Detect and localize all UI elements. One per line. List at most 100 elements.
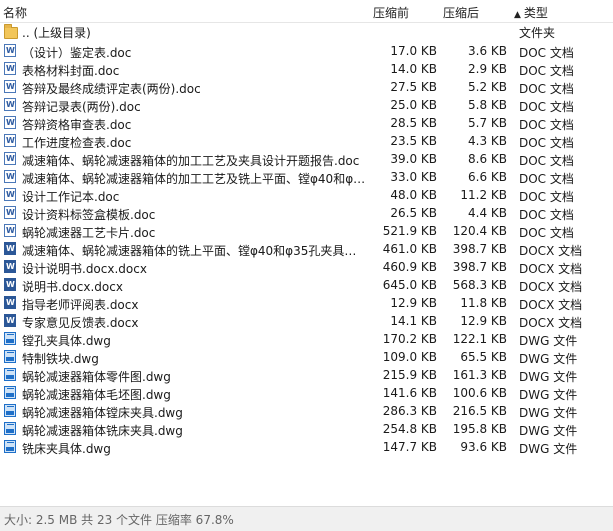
file-type: DWG 文件 — [519, 424, 578, 438]
file-type: DOCX 文档 — [519, 298, 583, 312]
file-row[interactable]: W 指导老师评阅表.docx 12.9 KB 11.8 KB DOCX 文档 — [0, 294, 613, 312]
file-compressed-size: 4.4 KB — [468, 206, 507, 220]
dwg-icon — [4, 422, 16, 435]
file-type: DOC 文档 — [519, 154, 574, 168]
file-compressed-size: 5.2 KB — [468, 80, 507, 94]
file-compressed-size: 122.1 KB — [452, 332, 507, 346]
file-original-size: 461.0 KB — [382, 242, 437, 256]
file-name: 答辩及最终成绩评定表(两份).doc — [22, 82, 201, 96]
file-row[interactable]: W （设计）鉴定表.doc 17.0 KB 3.6 KB DOC 文档 — [0, 42, 613, 60]
file-compressed-size: 195.8 KB — [452, 422, 507, 436]
file-name: 减速箱体、蜗轮减速器箱体的铣上平面、镗φ40和φ35孔夹具设... — [22, 244, 367, 258]
file-original-size: 254.8 KB — [382, 422, 437, 436]
file-row[interactable]: 蜗轮减速器箱体镗床夹具.dwg 286.3 KB 216.5 KB DWG 文件 — [0, 402, 613, 420]
doc-icon: W — [4, 80, 16, 93]
file-original-size: 460.9 KB — [382, 260, 437, 274]
column-header-type[interactable]: ▲ 类型 — [514, 4, 548, 21]
doc-icon: W — [4, 152, 16, 165]
file-row[interactable]: W 工作进度检查表.doc 23.5 KB 4.3 KB DOC 文档 — [0, 132, 613, 150]
file-name: .. (上级目录) — [22, 26, 91, 40]
file-compressed-size: 2.9 KB — [468, 62, 507, 76]
file-name: 设计工作记本.doc — [22, 190, 120, 204]
file-name: 特制铁块.dwg — [22, 352, 99, 366]
dwg-icon — [4, 404, 16, 417]
file-row[interactable]: W 答辩资格审查表.doc 28.5 KB 5.7 KB DOC 文档 — [0, 114, 613, 132]
docx-icon: W — [4, 278, 16, 291]
file-compressed-size: 6.6 KB — [468, 170, 507, 184]
file-row[interactable]: W 专家意见反馈表.docx 14.1 KB 12.9 KB DOCX 文档 — [0, 312, 613, 330]
folder-icon — [4, 24, 18, 39]
docx-icon: W — [4, 260, 16, 273]
file-row[interactable]: W 表格材料封面.doc 14.0 KB 2.9 KB DOC 文档 — [0, 60, 613, 78]
file-type: DOC 文档 — [519, 136, 574, 150]
file-name: 说明书.docx.docx — [22, 280, 123, 294]
file-type: DOC 文档 — [519, 100, 574, 114]
file-row[interactable]: 铣床夹具体.dwg 147.7 KB 93.6 KB DWG 文件 — [0, 438, 613, 456]
file-name: 减速箱体、蜗轮减速器箱体的加工工艺及夹具设计开题报告.doc — [22, 154, 360, 168]
file-compressed-size: 5.8 KB — [468, 98, 507, 112]
dwg-icon — [4, 350, 16, 363]
file-row[interactable]: W 设计说明书.docx.docx 460.9 KB 398.7 KB DOCX 文档 — [0, 258, 613, 276]
doc-icon: W — [4, 98, 16, 111]
column-header-type-label: 类型 — [523, 6, 548, 20]
file-type: DWG 文件 — [519, 388, 578, 402]
file-name: 答辩资格审查表.doc — [22, 118, 132, 132]
file-name: 蜗轮减速器箱体镗床夹具.dwg — [22, 406, 183, 420]
parent-directory-row[interactable]: .. (上级目录) 文件夹 — [0, 22, 613, 42]
sort-ascending-icon: ▲ — [514, 10, 521, 20]
doc-icon: W — [4, 44, 16, 57]
column-header-name[interactable]: 名称 — [3, 4, 27, 21]
file-type: DWG 文件 — [519, 334, 578, 348]
file-compressed-size: 8.6 KB — [468, 152, 507, 166]
file-row[interactable]: W 蜗轮减速器工艺卡片.doc 521.9 KB 120.4 KB DOC 文档 — [0, 222, 613, 240]
file-row[interactable]: W 说明书.docx.docx 645.0 KB 568.3 KB DOCX 文档 — [0, 276, 613, 294]
file-row[interactable]: W 减速箱体、蜗轮减速器箱体的加工工艺及铣上平面、镗φ40和φ3... 33.0 K… — [0, 168, 613, 186]
file-name: （设计）鉴定表.doc — [22, 46, 132, 60]
file-type: DOC 文档 — [519, 118, 574, 132]
file-name: 专家意见反馈表.docx — [22, 316, 139, 330]
file-type: DOCX 文档 — [519, 280, 583, 294]
file-original-size: 17.0 KB — [390, 44, 437, 58]
file-name: 蜗轮减速器箱体毛坯图.dwg — [22, 388, 171, 402]
file-type: DOC 文档 — [519, 172, 574, 186]
file-type: DWG 文件 — [519, 406, 578, 420]
file-compressed-size: 65.5 KB — [460, 350, 507, 364]
file-type: DOC 文档 — [519, 64, 574, 78]
file-row[interactable]: W 设计工作记本.doc 48.0 KB 11.2 KB DOC 文档 — [0, 186, 613, 204]
dwg-icon — [4, 332, 16, 345]
file-row[interactable]: 特制铁块.dwg 109.0 KB 65.5 KB DWG 文件 — [0, 348, 613, 366]
file-compressed-size: 216.5 KB — [452, 404, 507, 418]
file-original-size: 645.0 KB — [382, 278, 437, 292]
file-name: 减速箱体、蜗轮减速器箱体的加工工艺及铣上平面、镗φ40和φ3... — [22, 172, 367, 186]
file-row[interactable]: W 减速箱体、蜗轮减速器箱体的铣上平面、镗φ40和φ35孔夹具设... 461.0 … — [0, 240, 613, 258]
file-row[interactable]: W 答辩记录表(两份).doc 25.0 KB 5.8 KB DOC 文档 — [0, 96, 613, 114]
column-header-original-size[interactable]: 压缩前 — [373, 4, 409, 21]
file-type: DOC 文档 — [519, 226, 574, 240]
file-type: DWG 文件 — [519, 370, 578, 384]
dwg-icon — [4, 368, 16, 381]
file-type: DWG 文件 — [519, 442, 578, 456]
doc-icon: W — [4, 188, 16, 201]
file-name: 蜗轮减速器工艺卡片.doc — [22, 226, 156, 240]
file-row[interactable]: W 答辩及最终成绩评定表(两份).doc 27.5 KB 5.2 KB DOC 文档 — [0, 78, 613, 96]
file-original-size: 48.0 KB — [390, 188, 437, 202]
doc-icon: W — [4, 134, 16, 147]
status-bar: 大小: 2.5 MB 共 23 个文件 压缩率 67.8% — [0, 506, 613, 531]
file-row[interactable]: 蜗轮减速器箱体毛坯图.dwg 141.6 KB 100.6 KB DWG 文件 — [0, 384, 613, 402]
file-row[interactable]: W 减速箱体、蜗轮减速器箱体的加工工艺及夹具设计开题报告.doc 39.0 KB 8.… — [0, 150, 613, 168]
file-name: 蜗轮减速器箱体铣床夹具.dwg — [22, 424, 183, 438]
file-type: DOC 文档 — [519, 208, 574, 222]
file-compressed-size: 3.6 KB — [468, 44, 507, 58]
file-compressed-size: 4.3 KB — [468, 134, 507, 148]
file-original-size: 14.1 KB — [390, 314, 437, 328]
file-row[interactable]: W 设计资料标签盒模板.doc 26.5 KB 4.4 KB DOC 文档 — [0, 204, 613, 222]
file-row[interactable]: 蜗轮减速器箱体铣床夹具.dwg 254.8 KB 195.8 KB DWG 文件 — [0, 420, 613, 438]
file-original-size: 33.0 KB — [390, 170, 437, 184]
docx-icon: W — [4, 314, 16, 327]
file-row[interactable]: 镗孔夹具体.dwg 170.2 KB 122.1 KB DWG 文件 — [0, 330, 613, 348]
file-row[interactable]: 蜗轮减速器箱体零件图.dwg 215.9 KB 161.3 KB DWG 文件 — [0, 366, 613, 384]
file-original-size: 170.2 KB — [382, 332, 437, 346]
column-header-compressed-size[interactable]: 压缩后 — [443, 4, 479, 21]
file-original-size: 27.5 KB — [390, 80, 437, 94]
file-name: 镗孔夹具体.dwg — [22, 334, 111, 348]
